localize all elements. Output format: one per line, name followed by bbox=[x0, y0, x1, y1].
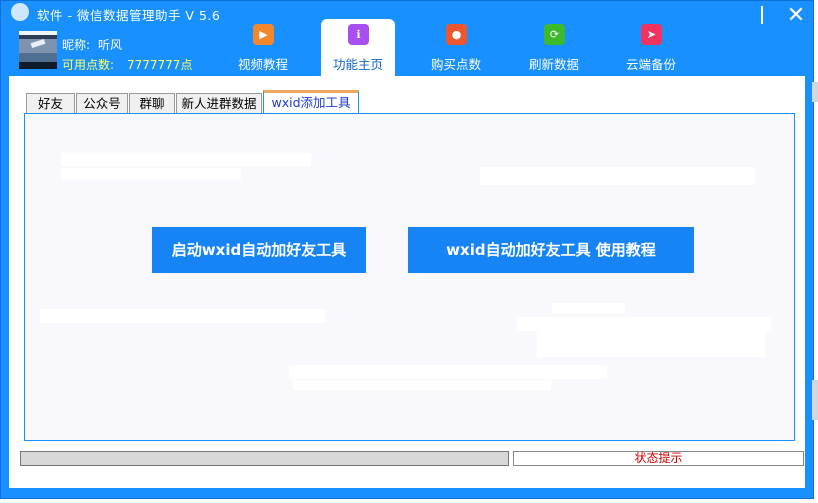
video-icon: ▶ bbox=[253, 24, 274, 45]
title-bar[interactable]: 软件 - 微信数据管理助手 V 5.6 ✕ bbox=[1, 1, 813, 31]
refresh-icon: ⟳ bbox=[544, 24, 565, 45]
nav-tab-label: 视频教程 bbox=[237, 57, 288, 72]
app-logo-icon bbox=[11, 3, 29, 21]
nav-tab-cloud-backup[interactable]: ➤ 云端备份 bbox=[614, 19, 688, 76]
wxid-tool-tutorial-button[interactable]: wxid自动加好友工具 使用教程 bbox=[408, 227, 694, 273]
window-title: 软件 - 微信数据管理助手 V 5.6 bbox=[37, 8, 221, 23]
blank-bar bbox=[517, 317, 771, 331]
nav-tab-label: 购买点数 bbox=[430, 57, 481, 72]
background-window-strip bbox=[812, 380, 818, 420]
points-label: 可用点数: bbox=[62, 58, 115, 72]
status-box: 状态提示 bbox=[513, 451, 804, 466]
blank-bar bbox=[289, 365, 607, 379]
main-content: 好友 公众号 群聊 新人进群数据 wxid添加工具 启动wxid自动加好友工具 … bbox=[9, 76, 805, 488]
subtab-groups[interactable]: 群聊 bbox=[129, 93, 175, 114]
nav-tab-video-tutorial[interactable]: ▶ 视频教程 bbox=[226, 19, 300, 76]
nav-tab-label: 云端备份 bbox=[625, 57, 676, 72]
blank-bar bbox=[61, 168, 241, 180]
avatar-image bbox=[30, 38, 46, 49]
coin-icon: ● bbox=[446, 24, 467, 45]
nav-tab-label: 刷新数据 bbox=[528, 57, 579, 72]
blank-bar bbox=[552, 303, 625, 313]
nav-tab-buy-points[interactable]: ● 购买点数 bbox=[419, 19, 493, 76]
nickname-value: 听风 bbox=[98, 38, 123, 52]
nav-tab-home[interactable]: ℹ 功能主页 bbox=[321, 19, 395, 76]
wxid-tool-panel: 启动wxid自动加好友工具 wxid自动加好友工具 使用教程 bbox=[24, 113, 795, 441]
blank-bar bbox=[480, 167, 755, 185]
start-wxid-tool-button[interactable]: 启动wxid自动加好友工具 bbox=[152, 227, 366, 273]
blank-bar bbox=[537, 331, 765, 357]
blank-bar bbox=[61, 153, 311, 166]
app-window: 软件 - 微信数据管理助手 V 5.6 ✕ 昵称: 听风 可用点数: 77777… bbox=[0, 0, 814, 499]
blank-bar bbox=[40, 309, 325, 323]
title-separator bbox=[761, 6, 763, 24]
info-icon: ℹ bbox=[348, 24, 369, 45]
subtab-new-members[interactable]: 新人进群数据 bbox=[176, 93, 262, 114]
progress-bar bbox=[20, 451, 509, 466]
subtab-friends[interactable]: 好友 bbox=[26, 93, 75, 114]
send-icon: ➤ bbox=[641, 24, 662, 45]
close-button[interactable]: ✕ bbox=[783, 3, 809, 29]
nickname-label: 昵称: bbox=[62, 38, 91, 52]
background-window-strip bbox=[812, 82, 818, 102]
nav-tab-label: 功能主页 bbox=[332, 57, 383, 72]
subtab-official-accounts[interactable]: 公众号 bbox=[76, 93, 128, 114]
avatar bbox=[19, 31, 57, 69]
nav-tab-refresh[interactable]: ⟳ 刷新数据 bbox=[517, 19, 591, 76]
points-value: 7777777点 bbox=[127, 58, 193, 72]
blank-bar bbox=[293, 380, 551, 390]
